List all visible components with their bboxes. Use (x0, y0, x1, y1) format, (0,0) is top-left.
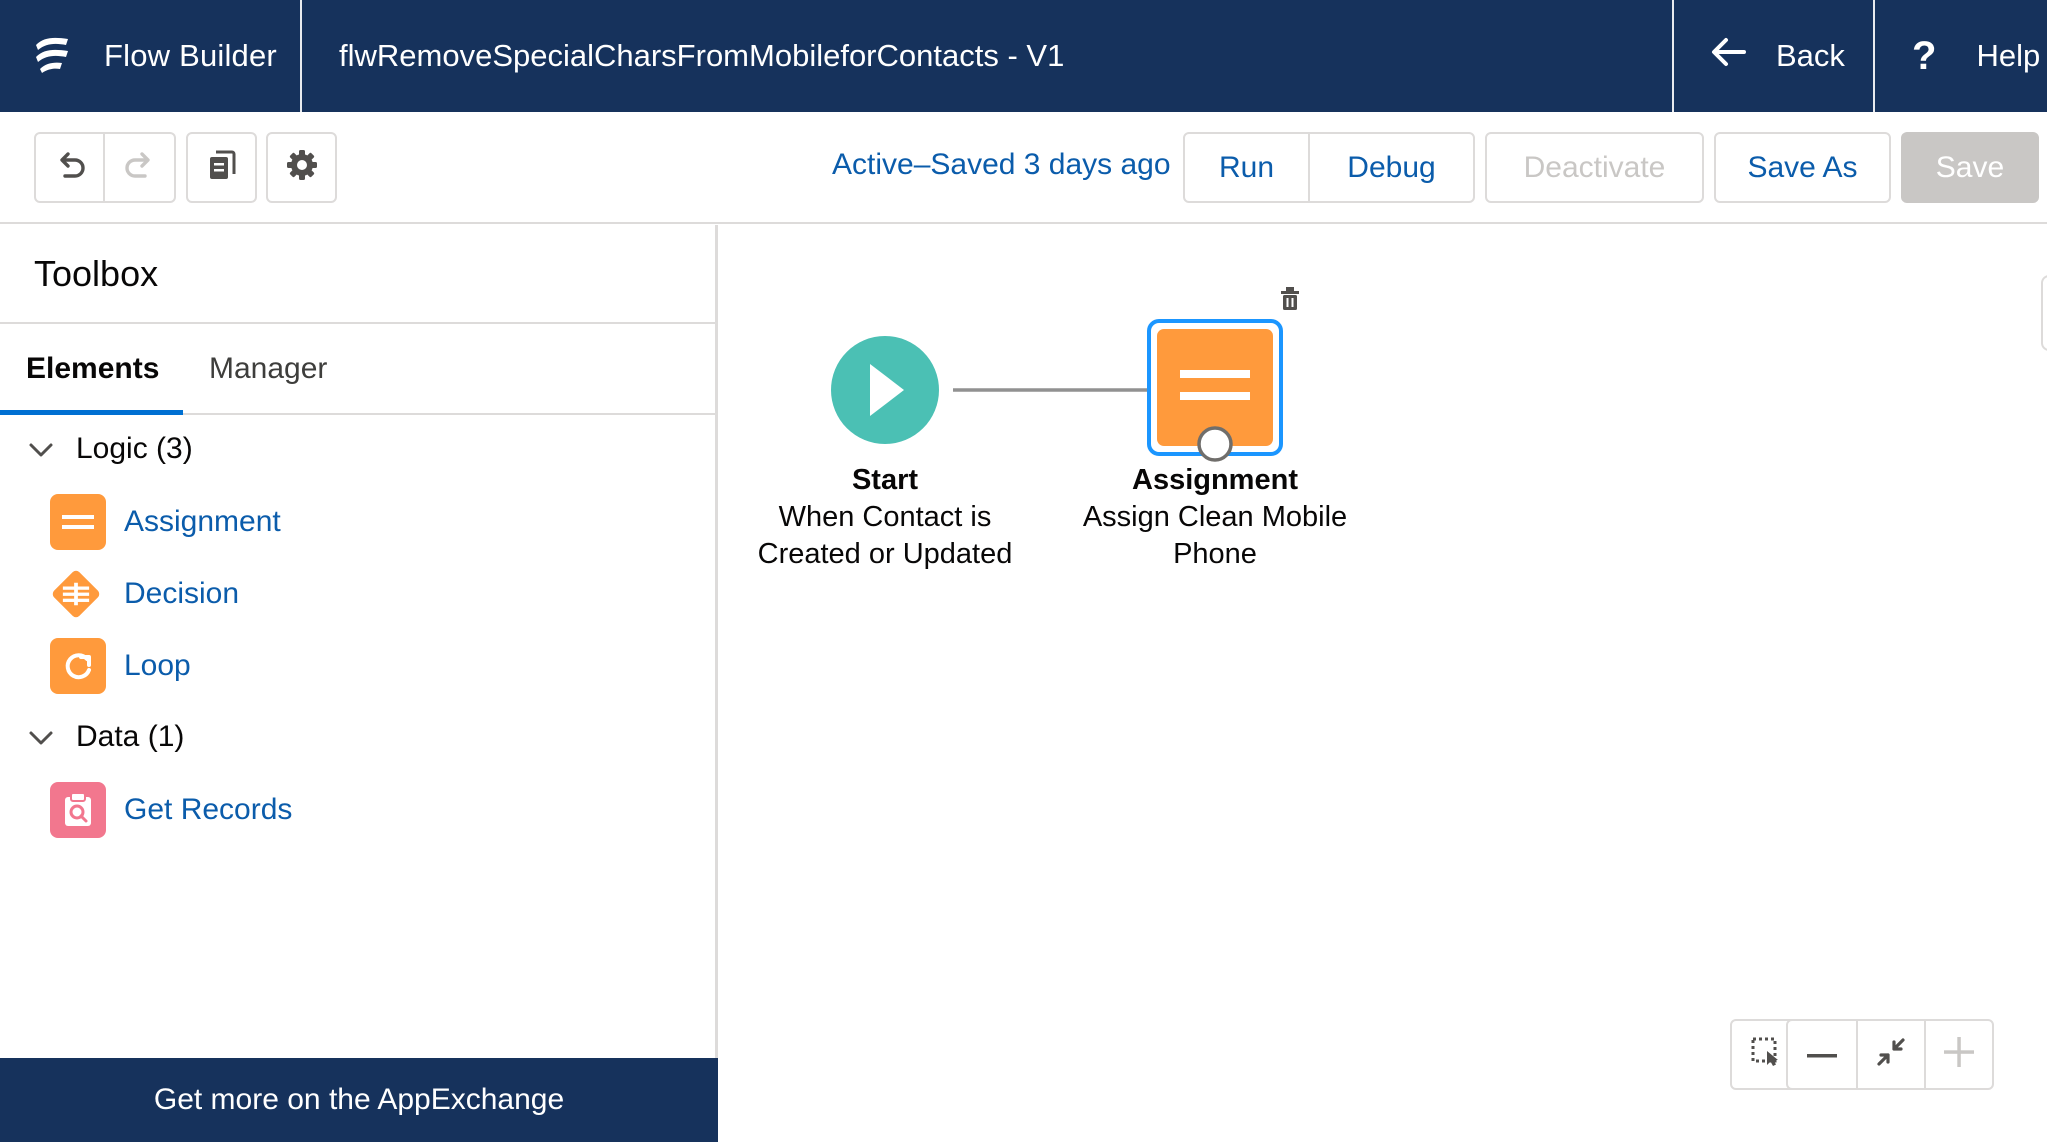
panel-toggle-handle[interactable] (2041, 275, 2047, 351)
help-label: Help (1976, 38, 2041, 73)
fit-to-view-button[interactable] (1856, 1021, 1924, 1088)
undo-icon (53, 148, 87, 187)
toolbox-panel: Toolbox Elements Manager Logic (3) Assig… (0, 225, 718, 1142)
section-label: Logic (3) (76, 432, 193, 465)
tab-elements[interactable]: Elements (0, 324, 183, 415)
get-records-icon (50, 782, 106, 838)
toolbox-item-label: Decision (124, 577, 240, 610)
gear-icon (285, 148, 319, 187)
help-button[interactable]: ? Help (1912, 0, 2040, 112)
toolbox-item-label: Loop (124, 649, 191, 682)
start-node-description: When Contact is (778, 501, 992, 533)
tab-manager[interactable]: Manager (209, 324, 327, 413)
flow-properties-button[interactable] (266, 132, 337, 203)
arrow-left-icon (1710, 37, 1746, 75)
flow-status: Active–Saved 3 days ago (832, 148, 1171, 181)
start-node-title: Start (851, 464, 919, 496)
plus-icon (1944, 1037, 1974, 1072)
decision-icon (50, 566, 106, 622)
connector-line[interactable] (953, 378, 1161, 402)
run-button[interactable]: Run (1183, 132, 1310, 203)
start-node-description: Created or Updated (757, 538, 1013, 570)
toolbox-item-get-records[interactable]: Get Records (50, 782, 292, 838)
save-button[interactable]: Save (1901, 132, 2039, 203)
minus-icon (1807, 1046, 1837, 1064)
redo-icon (123, 148, 157, 187)
trash-icon[interactable] (1281, 287, 1299, 310)
flow-title: flwRemoveSpecialCharsFromMobileforContac… (339, 38, 1065, 73)
assignment-node-description: Assign Clean Mobile (1082, 501, 1348, 533)
app-brand: Flow Builder (30, 0, 277, 112)
toolbox-item-label: Assignment (124, 505, 281, 538)
header-divider (300, 0, 302, 112)
section-label: Data (1) (76, 720, 185, 753)
save-as-button[interactable]: Save As (1714, 132, 1891, 203)
flow-toolbar: Active–Saved 3 days ago Run Debug Deacti… (0, 112, 2047, 224)
zoom-in-button[interactable] (1924, 1021, 1992, 1088)
start-node[interactable] (831, 336, 939, 444)
flow-builder-logo-icon (30, 31, 76, 82)
flow-canvas[interactable]: Start When Contact is Created or Updated… (721, 225, 2047, 1142)
debug-button[interactable]: Debug (1308, 132, 1475, 203)
assignment-node-title: Assignment (1132, 464, 1298, 496)
toolbox-tabs: Elements Manager (0, 324, 716, 415)
loop-icon (50, 638, 106, 694)
chevron-down-icon (28, 720, 54, 754)
header-divider (1672, 0, 1674, 112)
copy-icon (206, 148, 238, 187)
marquee-select-icon (1750, 1036, 1782, 1073)
toolbox-item-assignment[interactable]: Assignment (50, 494, 281, 550)
global-header: Flow Builder flwRemoveSpecialCharsFromMo… (0, 0, 2047, 112)
undo-button[interactable] (34, 132, 105, 203)
back-button[interactable]: Back (1710, 0, 1845, 112)
redo-button[interactable] (105, 132, 176, 203)
toolbox-title: Toolbox (34, 253, 159, 294)
chevron-down-icon (28, 432, 54, 466)
toolbox-item-decision[interactable]: Decision (50, 566, 239, 622)
toolbox-item-label: Get Records (124, 793, 293, 826)
zoom-controls (1786, 1019, 1994, 1090)
back-label: Back (1776, 38, 1845, 73)
deactivate-button[interactable]: Deactivate (1485, 132, 1704, 203)
header-divider (1873, 0, 1875, 112)
toolbox-item-loop[interactable]: Loop (50, 638, 191, 694)
assignment-node[interactable] (1147, 319, 1283, 462)
contract-icon (1876, 1037, 1906, 1072)
canvas-drawing (831, 287, 1299, 462)
assignment-node-label: Assignment Assign Clean Mobile Phone (1065, 462, 1365, 573)
assignment-node-description: Phone (1173, 538, 1257, 570)
app-name: Flow Builder (104, 38, 277, 73)
section-data[interactable]: Data (1) (28, 720, 184, 754)
section-logic[interactable]: Logic (3) (28, 432, 193, 466)
zoom-out-button[interactable] (1788, 1021, 1856, 1088)
appexchange-link[interactable]: Get more on the AppExchange (0, 1058, 718, 1142)
copy-button[interactable] (186, 132, 257, 203)
start-node-label: Start When Contact is Created or Updated (730, 462, 1040, 573)
assignment-icon (50, 494, 106, 550)
question-icon: ? (1912, 33, 1937, 78)
